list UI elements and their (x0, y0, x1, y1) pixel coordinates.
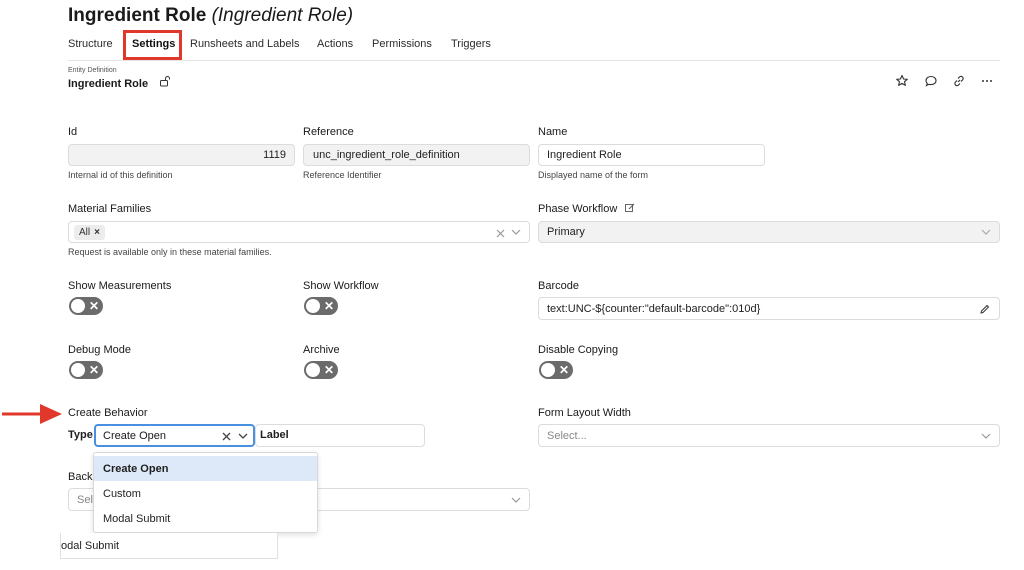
material-families-select[interactable]: All × (68, 221, 530, 243)
toggle-knob (541, 363, 555, 377)
create-behavior-type-value: Create Open (103, 429, 166, 442)
dropdown-option-custom[interactable]: Custom (94, 481, 317, 506)
tab-triggers[interactable]: Triggers (451, 38, 491, 50)
toggle-knob (71, 299, 85, 313)
toggle-off-icon: ✕ (88, 363, 99, 377)
clear-icon[interactable] (496, 229, 505, 238)
reference-help: Reference Identifier (303, 170, 382, 180)
pencil-icon[interactable] (979, 304, 990, 315)
id-value: 1119 (263, 149, 286, 161)
id-field: 1119 (68, 144, 295, 166)
more-icon[interactable] (980, 74, 994, 88)
show-workflow-toggle[interactable]: ✕ (304, 297, 338, 315)
toggle-off-icon: ✕ (323, 363, 334, 377)
id-label: Id (68, 126, 78, 138)
chevron-down-icon[interactable] (238, 433, 248, 439)
archive-label: Archive (303, 344, 340, 356)
page-title: Ingredient Role (Ingredient Role) (68, 5, 353, 27)
reference-label: Reference (303, 126, 354, 138)
phase-workflow-label: Phase Workflow (538, 203, 618, 215)
entity-caption: Entity Definition (68, 67, 117, 74)
toggle-off-icon: ✕ (558, 363, 569, 377)
archive-toggle[interactable]: ✕ (304, 361, 338, 379)
arrow-annotation-icon (2, 404, 62, 424)
chevron-down-icon[interactable] (981, 229, 991, 235)
toggle-knob (306, 363, 320, 377)
phase-workflow-value: Primary (547, 226, 585, 238)
comment-icon[interactable] (924, 74, 938, 88)
dropdown-option-modal-submit[interactable]: Modal Submit (94, 506, 317, 531)
debug-mode-toggle[interactable]: ✕ (69, 361, 103, 379)
debug-mode-label: Debug Mode (68, 344, 131, 356)
chevron-down-icon[interactable] (981, 433, 991, 439)
link-icon[interactable] (952, 74, 966, 88)
page-title-text: Ingredient Role (68, 5, 207, 26)
tab-runsheets-and-labels[interactable]: Runsheets and Labels (190, 38, 299, 50)
toggle-knob (71, 363, 85, 377)
form-layout-width-select[interactable]: Select... (538, 424, 1000, 447)
ghost-option-text: odal Submit (61, 539, 120, 552)
create-behavior-type-select[interactable]: Create Open (94, 424, 255, 447)
id-help: Internal id of this definition (68, 170, 173, 180)
tab-highlight-box (123, 30, 182, 60)
star-icon[interactable] (895, 74, 909, 88)
name-help: Displayed name of the form (538, 170, 649, 180)
form-layout-width-placeholder: Select... (547, 429, 587, 442)
back-label: Back (68, 471, 93, 483)
reference-value: unc_ingredient_role_definition (313, 149, 460, 161)
show-measurements-label: Show Measurements (68, 280, 172, 292)
dropdown-option-create-open[interactable]: Create Open (94, 456, 317, 481)
ghost-dropdown-fragment: odal Submit (60, 533, 278, 559)
tab-actions[interactable]: Actions (317, 38, 353, 50)
tab-permissions[interactable]: Permissions (372, 38, 432, 50)
edit-icon[interactable] (625, 203, 635, 213)
material-families-help: Request is available only in these mater… (68, 247, 272, 257)
toggle-knob (306, 299, 320, 313)
barcode-label: Barcode (538, 280, 579, 292)
unlock-icon[interactable] (159, 75, 171, 87)
phase-workflow-select[interactable]: Primary (538, 221, 1000, 243)
material-family-chip: All × (74, 224, 105, 240)
chevron-down-icon[interactable] (511, 497, 521, 503)
barcode-field[interactable]: text:UNC-${counter:"default-barcode":010… (538, 297, 1000, 320)
tab-structure[interactable]: Structure (68, 38, 113, 50)
create-behavior-label: Create Behavior (68, 407, 148, 419)
create-behavior-label-input[interactable] (255, 424, 425, 447)
page-subtitle: (Ingredient Role) (211, 5, 354, 26)
disable-copying-label: Disable Copying (538, 344, 619, 356)
name-label: Name (538, 126, 568, 138)
barcode-value: text:UNC-${counter:"default-barcode":010… (547, 302, 761, 315)
show-workflow-label: Show Workflow (303, 280, 379, 292)
name-field[interactable]: Ingredient Role (538, 144, 765, 166)
tab-divider (68, 60, 1000, 61)
toggle-off-icon: ✕ (323, 299, 334, 313)
toggle-off-icon: ✕ (88, 299, 99, 313)
chip-remove-icon[interactable]: × (94, 227, 100, 238)
create-behavior-type-label: Type (68, 429, 93, 441)
show-measurements-toggle[interactable]: ✕ (69, 297, 103, 315)
disable-copying-toggle[interactable]: ✕ (539, 361, 573, 379)
chevron-down-icon[interactable] (511, 229, 521, 235)
clear-icon[interactable] (222, 432, 231, 441)
reference-field: unc_ingredient_role_definition (303, 144, 530, 166)
form-layout-width-label: Form Layout Width (538, 407, 631, 419)
create-behavior-type-dropdown: Create Open Custom Modal Submit (93, 452, 318, 533)
name-value: Ingredient Role (547, 149, 622, 161)
material-family-chip-label: All (79, 226, 91, 238)
material-families-label: Material Families (68, 203, 152, 215)
entity-name: Ingredient Role (68, 78, 149, 90)
